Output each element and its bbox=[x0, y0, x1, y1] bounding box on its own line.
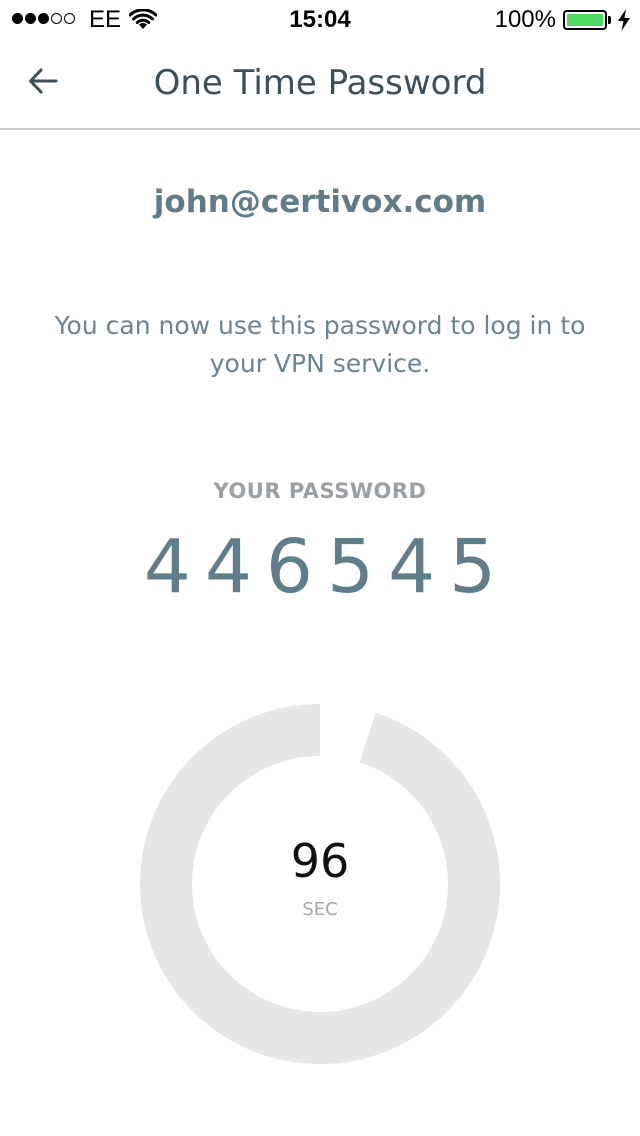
battery-icon bbox=[563, 10, 607, 30]
one-time-password: 446545 bbox=[143, 524, 511, 610]
account-email: john@certivox.com bbox=[153, 184, 487, 220]
countdown-seconds: 96 bbox=[290, 834, 350, 888]
battery-level bbox=[567, 14, 603, 26]
status-bar: EE 15:04 100% bbox=[0, 0, 640, 40]
countdown-timer: 96 SEC bbox=[140, 704, 500, 1064]
bolt-icon bbox=[618, 9, 630, 31]
instruction-message: You can now use this password to log in … bbox=[54, 311, 586, 378]
nav-bar: One Time Password bbox=[0, 40, 640, 130]
battery-tip bbox=[608, 16, 611, 24]
countdown-unit: SEC bbox=[302, 899, 338, 920]
password-label: YOUR PASSWORD bbox=[213, 479, 427, 503]
page-title: One Time Password bbox=[153, 63, 487, 103]
battery-percentage: 100% bbox=[494, 6, 556, 33]
